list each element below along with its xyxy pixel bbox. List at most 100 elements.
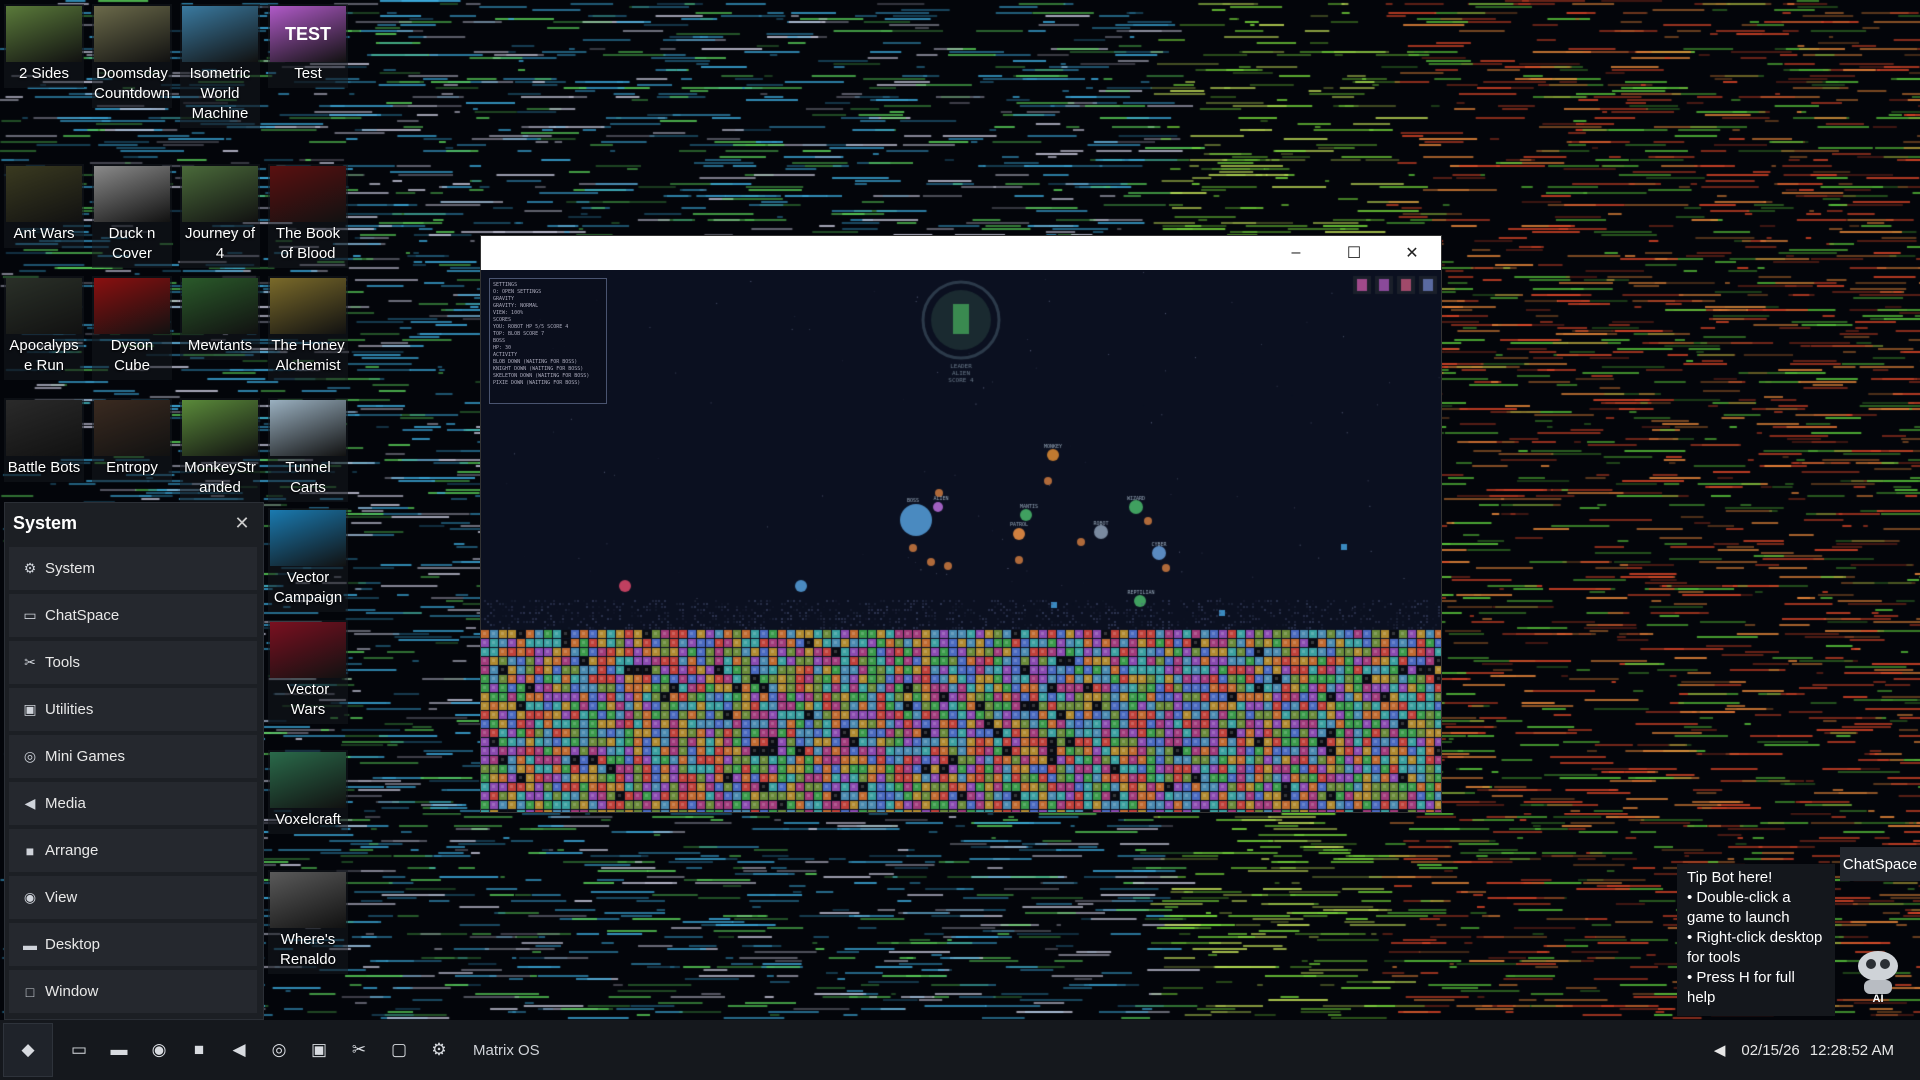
desktop-icon[interactable]: Ant Wars <box>4 164 84 248</box>
arrange-icon[interactable]: ■ <box>179 1020 219 1080</box>
desktop-icon[interactable]: Duck n Cover <box>92 164 172 268</box>
hud-line: BOSS <box>493 338 506 344</box>
monitor-icon: ▬ <box>23 936 37 953</box>
hud-line: ACTIVITY <box>493 352 518 358</box>
system-menu-item[interactable]: ◀ Media <box>9 782 257 825</box>
system-menu-item[interactable]: ▣ Utilities <box>9 688 257 731</box>
speaker-icon[interactable]: ◀ <box>219 1020 259 1080</box>
system-menu-label: Window <box>45 983 99 1000</box>
window-titlebar[interactable]: – ☐ ✕ <box>481 236 1441 270</box>
window-icon: □ <box>25 983 35 1000</box>
gear-icon[interactable]: ⚙ <box>419 1020 459 1080</box>
desktop-icon[interactable]: The Book of Blood <box>268 164 348 268</box>
system-menu-item[interactable]: ◎ Mini Games <box>9 735 257 778</box>
desktop-icon[interactable]: MonkeyStranded <box>180 398 260 502</box>
system-menu-item[interactable]: ▬ Desktop <box>9 923 257 966</box>
toolbox-icon[interactable]: ▣ <box>299 1020 339 1080</box>
desktop-icon-label: Journey of 4 <box>184 225 256 262</box>
game-thumbnail <box>94 400 170 456</box>
desktop-icon-label: Test <box>294 65 322 82</box>
hud-line: BLOB DOWN (WAITING FOR BOSS) <box>493 359 578 365</box>
game-thumbnail <box>270 278 346 334</box>
desktop-icon[interactable]: ▬ <box>99 1020 139 1080</box>
system-menu-item[interactable]: ⚙ System <box>9 547 257 590</box>
maximize-button[interactable]: ☐ <box>1325 236 1383 270</box>
system-menu-label: Media <box>45 795 86 812</box>
clock-display: 12:28:52 AM <box>1809 1041 1894 1059</box>
tip-line: • Double-click a game to launch <box>1687 889 1791 926</box>
desktop-icon[interactable]: Vector Wars <box>268 620 348 724</box>
desktop-icon[interactable]: Doomsday Countdown <box>92 4 172 108</box>
system-menu-label: Mini Games <box>45 748 126 765</box>
close-button[interactable]: ✕ <box>1383 236 1441 270</box>
gamepad-icon[interactable]: ◎ <box>259 1020 299 1080</box>
desktop-icon[interactable]: Tunnel Carts <box>268 398 348 502</box>
system-menu-item[interactable]: ▭ ChatSpace <box>9 594 257 637</box>
tools-icon[interactable]: ✂ <box>339 1020 379 1080</box>
hud-line: YOU: ROBOT HP 5/5 SCORE 4 <box>493 324 569 330</box>
desktop-icon[interactable]: Vector Campaign <box>268 508 348 612</box>
desktop-icon-label: Tunnel Carts <box>285 459 331 496</box>
desktop-icon-label: Isometric World Machine <box>189 65 251 122</box>
desktop-icon[interactable]: Dyson Cube <box>92 276 172 380</box>
desktop-icon-label: Where's Renaldo <box>280 931 336 968</box>
desktop-icon[interactable]: Battle Bots <box>4 398 84 482</box>
volume-icon[interactable]: ◀ <box>1714 1041 1726 1059</box>
desktop-icon-label: 2 Sides <box>18 65 70 82</box>
game-thumbnail <box>270 622 346 678</box>
game-thumbnail <box>6 400 82 456</box>
bot-label: AI <box>1873 993 1884 1004</box>
system-menu: ⚙ System ▭ ChatSpace ✂ Tools ▣ Utilities ◎ Mini G… <box>5 547 263 1013</box>
chatspace-button[interactable]: ChatSpace <box>1840 847 1920 881</box>
desktop-icon-label: The Honey Alchemist <box>271 337 345 374</box>
desktop-icon[interactable]: TEST Test <box>268 4 348 88</box>
gamepad-icon: ◎ <box>23 748 37 764</box>
start-button[interactable]: ◆ <box>3 1023 53 1077</box>
desktop-icon[interactable]: Voxelcraft <box>268 750 348 834</box>
desktop-icon[interactable]: Journey of 4 <box>180 164 260 268</box>
desktop-icon-label: Apocalypse Run <box>9 337 79 374</box>
game-hud-panel: SETTINGS O: OPEN SETTINGS GRAVITY GRAVITY: … <box>489 278 607 404</box>
gear-icon: ⚙ <box>23 560 37 576</box>
close-icon[interactable]: ✕ <box>229 513 255 534</box>
desktop-icon[interactable]: Isometric World Machine <box>180 4 260 128</box>
game-canvas[interactable] <box>481 270 1441 812</box>
desktop-icon[interactable]: Apocalypse Run <box>4 276 84 380</box>
system-menu-item[interactable]: ◉ View <box>9 876 257 919</box>
hud-line: SCORES <box>493 317 512 323</box>
desktop-icon-label: Doomsday Countdown <box>94 65 170 102</box>
desktop-icon[interactable]: Entropy <box>92 398 172 482</box>
game-thumbnail <box>182 400 258 456</box>
hud-line: PIXIE DOWN (WAITING FOR BOSS) <box>493 380 581 386</box>
window-icon[interactable]: ▭ <box>59 1020 99 1080</box>
desktop-icon[interactable]: Mewtants <box>180 276 260 360</box>
hud-line: TOP: BLOB SCORE 7 <box>493 331 545 337</box>
system-menu-label: View <box>45 889 78 906</box>
chat-icon: ▭ <box>23 607 37 623</box>
desktop-icon[interactable]: The Honey Alchemist <box>268 276 348 380</box>
system-panel-title: System <box>13 512 78 533</box>
tools-icon: ✂ <box>24 654 36 670</box>
desktop-icon-label: Ant Wars <box>13 225 75 242</box>
taskbar-icons: ▭ ▬ ◉ ■ ◀ ◎ ▣ ✂ ▢ ⚙ <box>59 1020 459 1080</box>
hud-line: SKELETON DOWN (WAITING FOR BOSS) <box>493 373 590 379</box>
system-panel: System ✕ ⚙ System ▭ ChatSpace ✂ Tools ▣ Utiliti… <box>4 502 264 1020</box>
system-menu-label: Desktop <box>45 936 101 953</box>
game-thumbnail <box>6 278 82 334</box>
hud-line: SETTINGS <box>493 282 518 288</box>
system-menu-item[interactable]: □ Window <box>9 970 257 1013</box>
system-menu-label: Arrange <box>45 842 99 859</box>
chat-icon[interactable]: ▢ <box>379 1020 419 1080</box>
taskbar: ◆ ▭ ▬ ◉ ■ ◀ ◎ ▣ ✂ ▢ ⚙ Matrix OS ◀ 02/15/26 12:28:… <box>0 1020 1920 1080</box>
desktop-icon[interactable]: Where's Renaldo <box>268 870 348 974</box>
desktop-icon[interactable]: 2 Sides <box>4 4 84 88</box>
ai-bot-avatar[interactable]: AI <box>1850 944 1906 1004</box>
desktop-icon-label: Entropy <box>106 459 158 476</box>
eye-icon[interactable]: ◉ <box>139 1020 179 1080</box>
os-label: Matrix OS <box>473 1041 540 1059</box>
system-menu-item[interactable]: ■ Arrange <box>9 829 257 872</box>
hud-line: GRAVITY <box>493 296 515 302</box>
game-thumbnail <box>6 6 82 62</box>
minimize-button[interactable]: – <box>1267 236 1325 270</box>
system-menu-item[interactable]: ✂ Tools <box>9 641 257 684</box>
